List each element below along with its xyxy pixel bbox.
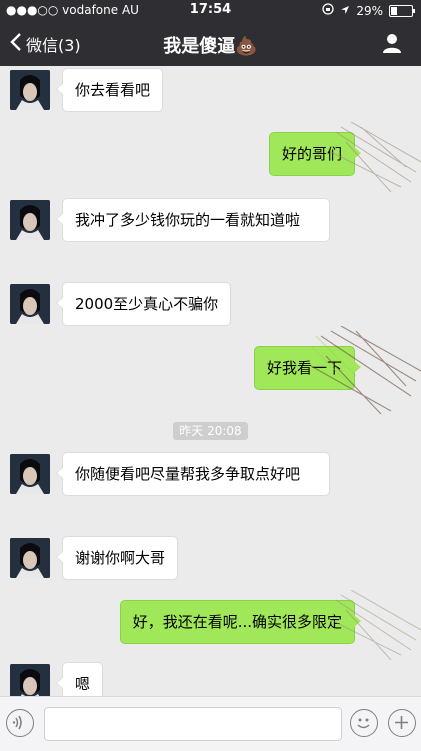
chat-title-text: 我是傻逼 <box>163 36 236 57</box>
timestamp-label: 昨天 20:08 <box>173 422 248 440</box>
nav-bar: 微信(3) 我是傻逼💩 <box>0 20 421 66</box>
message-bubble-incoming[interactable]: 谢谢你啊大哥 <box>55 536 179 580</box>
battery-icon <box>389 4 415 17</box>
chat-title: 我是傻逼💩 <box>0 32 421 58</box>
voice-wave-icon <box>7 715 32 739</box>
message-bubble-incoming[interactable]: 2000至少真心不骗你 <box>55 282 232 326</box>
scribble-overlay <box>331 590 421 660</box>
smiley-icon <box>351 718 376 739</box>
avatar[interactable] <box>10 664 50 696</box>
message-bubble-incoming[interactable]: 嗯 <box>55 662 104 696</box>
scribble-overlay <box>331 122 421 192</box>
message-bubble-incoming[interactable]: 你随便看吧尽量帮我多争取点好吧 <box>56 452 330 496</box>
emoji-button[interactable] <box>350 709 378 737</box>
avatar[interactable] <box>10 70 50 110</box>
message-bubble-incoming[interactable]: 我冲了多少钱你玩的一看就知道啦 <box>56 198 330 242</box>
status-right: 29% <box>322 3 415 18</box>
poop-emoji-icon: 💩 <box>235 36 258 57</box>
rotation-lock-icon <box>322 3 334 18</box>
input-bar <box>0 696 421 751</box>
message-bubble-incoming[interactable]: 你去看看吧 <box>55 68 164 112</box>
message-input[interactable] <box>44 707 342 741</box>
avatar[interactable] <box>10 200 50 240</box>
battery-percent: 29% <box>356 3 383 18</box>
plus-icon <box>389 716 414 739</box>
voice-button[interactable] <box>6 709 34 737</box>
avatar[interactable] <box>10 538 50 578</box>
profile-button[interactable] <box>381 32 403 58</box>
scribble-overlay <box>311 326 421 415</box>
more-button[interactable] <box>388 709 416 737</box>
chat-area[interactable]: 你去看看吧 好的哥们 我冲了多少钱你玩的一看就知道啦 2000至少真心不骗你 好… <box>0 66 421 696</box>
location-arrow-icon <box>340 4 350 18</box>
message-bubble-outgoing[interactable]: 好，我还在看呢...确实很多限定 <box>119 600 362 644</box>
avatar[interactable] <box>10 454 50 494</box>
timestamp: 昨天 20:08 <box>0 420 421 440</box>
status-bar: ●●●○○ vodafone AU 17:54 29% <box>0 0 421 20</box>
avatar[interactable] <box>10 284 50 324</box>
battery-fill <box>391 6 397 15</box>
person-icon <box>381 34 403 58</box>
